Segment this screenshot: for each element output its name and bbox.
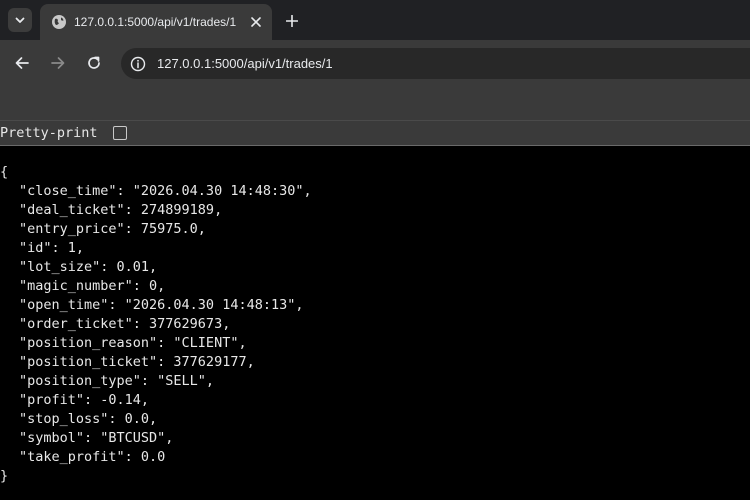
json-line: "id": 1, xyxy=(19,240,85,256)
json-line: "stop_loss": 0.0, xyxy=(19,411,158,427)
json-line: } xyxy=(0,468,9,484)
plus-icon xyxy=(286,15,298,27)
tab-close-button[interactable] xyxy=(247,13,265,31)
json-line: "magic_number": 0, xyxy=(19,278,166,294)
json-line: "take_profit": 0.0 xyxy=(19,449,166,465)
json-line: "position_reason": "CLIENT", xyxy=(19,335,247,351)
json-content: { "close_time": "2026.04.30 14:48:30", "… xyxy=(0,163,750,486)
json-line: "position_ticket": 377629177, xyxy=(19,354,255,370)
json-line: "open_time": "2026.04.30 14:48:13", xyxy=(19,297,304,313)
json-line: "order_ticket": 377629673, xyxy=(19,316,231,332)
tab-strip: 127.0.0.1:5000/api/v1/trades/1 xyxy=(0,0,750,40)
json-line: "position_type": "SELL", xyxy=(19,373,215,389)
close-icon xyxy=(251,17,261,27)
pretty-print-bar: Pretty-print xyxy=(0,120,750,146)
reload-button[interactable] xyxy=(81,50,107,76)
tab-title: 127.0.0.1:5000/api/v1/trades/1 xyxy=(74,15,237,29)
tab-search-button[interactable] xyxy=(8,8,32,32)
arrow-left-icon xyxy=(15,57,29,69)
pretty-print-checkbox[interactable] xyxy=(113,126,127,140)
json-line: "close_time": "2026.04.30 14:48:30", xyxy=(19,183,312,199)
address-bar[interactable]: 127.0.0.1:5000/api/v1/trades/1 xyxy=(121,48,750,79)
reload-icon xyxy=(88,56,100,69)
globe-icon xyxy=(52,15,66,29)
site-info-icon[interactable] xyxy=(130,56,146,72)
json-line: "lot_size": 0.01, xyxy=(19,259,158,275)
json-line: "profit": -0.14, xyxy=(19,392,150,408)
tab-active[interactable]: 127.0.0.1:5000/api/v1/trades/1 xyxy=(40,4,272,40)
json-line: "entry_price": 75975.0, xyxy=(19,221,206,237)
back-button[interactable] xyxy=(9,50,35,76)
json-line: { xyxy=(0,164,9,180)
forward-button[interactable] xyxy=(45,50,71,76)
arrow-right-icon xyxy=(51,57,65,69)
new-tab-button[interactable] xyxy=(280,9,304,33)
pretty-print-label[interactable]: Pretty-print xyxy=(0,125,98,142)
url-text[interactable]: 127.0.0.1:5000/api/v1/trades/1 xyxy=(157,56,333,72)
json-line: "symbol": "BTCUSD", xyxy=(19,430,174,446)
json-line: "deal_ticket": 274899189, xyxy=(19,202,223,218)
browser-toolbar: 127.0.0.1:5000/api/v1/trades/1 xyxy=(0,40,750,120)
chevron-down-icon xyxy=(15,17,25,23)
